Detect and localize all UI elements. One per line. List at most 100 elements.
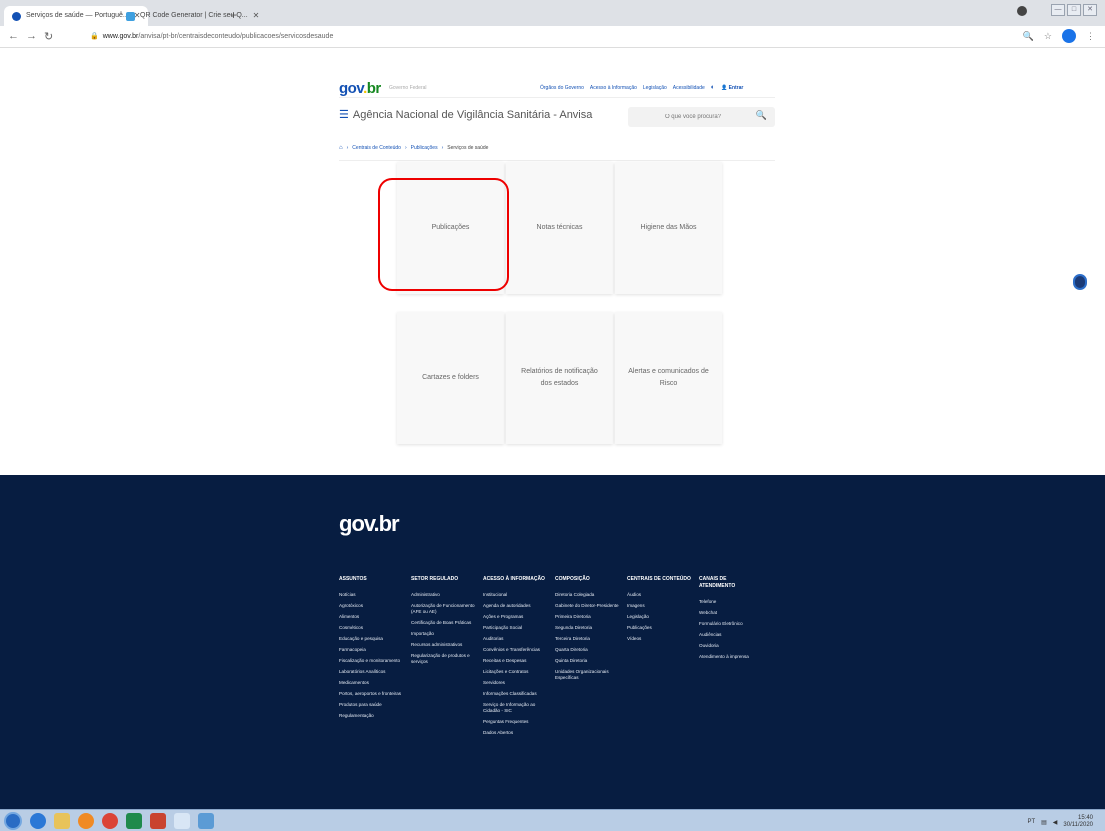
footer-link[interactable]: Áudios: [627, 592, 695, 598]
close-window-button[interactable]: ✕: [1083, 4, 1097, 16]
footer-link[interactable]: Audiências: [699, 632, 767, 638]
home-icon[interactable]: ⌂: [339, 145, 343, 151]
media-player-icon[interactable]: [78, 813, 94, 829]
link-acessibilidade[interactable]: Acessibilidade: [673, 85, 705, 91]
footer-link[interactable]: Educação e pesquisa: [339, 636, 407, 642]
tab-qr-code-generator[interactable]: QR Code Generator | Crie seu Q... ✕: [118, 6, 267, 26]
close-icon[interactable]: ✕: [253, 6, 260, 26]
footer-link[interactable]: Fiscalização e monitoramento: [339, 658, 407, 664]
footer-link[interactable]: Farmacopeia: [339, 647, 407, 653]
excel-icon[interactable]: [126, 813, 142, 829]
footer-link[interactable]: Administrativo: [411, 592, 479, 598]
login-button[interactable]: 👤 Entrar: [721, 85, 743, 91]
footer-link[interactable]: Cosméticos: [339, 625, 407, 631]
footer-link[interactable]: Produtos para saúde: [339, 702, 407, 708]
footer-link[interactable]: Licitações e Contratos: [483, 669, 551, 675]
footer-link[interactable]: Quarta Diretoria: [555, 647, 623, 653]
footer-link[interactable]: Importação: [411, 631, 479, 637]
card-higiene-das-maos[interactable]: Higiene das Mãos: [615, 162, 722, 294]
hamburger-menu-icon[interactable]: ☰: [339, 109, 349, 121]
search-input[interactable]: [638, 110, 748, 124]
footer-link[interactable]: Diretoria Colegiada: [555, 592, 623, 598]
footer-column-title: SETOR REGULADO: [411, 576, 459, 582]
footer-link[interactable]: Legislação: [627, 614, 695, 620]
footer-link[interactable]: Receitas e Despesas: [483, 658, 551, 664]
govbr-logo[interactable]: gov.br: [339, 80, 381, 97]
floating-chat-icon[interactable]: [1073, 274, 1087, 290]
footer-link[interactable]: Terceira Diretoria: [555, 636, 623, 642]
footer-link[interactable]: Portos, aeroportos e fronteiras: [339, 691, 407, 697]
footer-link[interactable]: Serviço de Informação ao Cidadão - SIC: [483, 702, 551, 714]
card-relatorios-notificacao[interactable]: Relatórios de notificação dos estados: [506, 312, 613, 444]
footer-link[interactable]: Institucional: [483, 592, 551, 598]
footer-link[interactable]: Segunda Diretoria: [555, 625, 623, 631]
footer-link[interactable]: Notícias: [339, 592, 407, 598]
footer-link[interactable]: Medicamentos: [339, 680, 407, 686]
chrome-icon[interactable]: [102, 813, 118, 829]
footer-link[interactable]: Servidores: [483, 680, 551, 686]
breadcrumb-item[interactable]: Centrais de Conteúdo: [352, 145, 401, 151]
footer-link[interactable]: Regularização de produtos e serviços: [411, 653, 479, 665]
minimize-button[interactable]: —: [1051, 4, 1065, 16]
footer-link[interactable]: Recursos administrativos: [411, 642, 479, 648]
footer-link[interactable]: Laboratórios Analíticos: [339, 669, 407, 675]
maximize-button[interactable]: □: [1067, 4, 1081, 16]
new-tab-button[interactable]: +: [230, 8, 237, 22]
footer-link[interactable]: Atendimento à imprensa: [699, 654, 767, 660]
account-avatar[interactable]: [1062, 29, 1076, 43]
internet-explorer-icon[interactable]: [30, 813, 46, 829]
powerpoint-icon[interactable]: [150, 813, 166, 829]
language-indicator[interactable]: PT: [1027, 819, 1035, 825]
file-explorer-icon[interactable]: [54, 813, 70, 829]
card-alertas-comunicados[interactable]: Alertas e comunicados de Risco: [615, 312, 722, 444]
star-icon[interactable]: ☆: [1044, 31, 1052, 42]
footer-link[interactable]: Ações e Programas: [483, 614, 551, 620]
network-icon[interactable]: ▤: [1041, 819, 1047, 826]
forward-arrow-icon[interactable]: →: [26, 30, 37, 42]
footer-link[interactable]: Dados Abertos: [483, 730, 551, 736]
footer-link[interactable]: Participação Social: [483, 625, 551, 631]
footer-link[interactable]: Unidades Organizacionais Específicas: [555, 669, 623, 681]
footer-link[interactable]: Imagens: [627, 603, 695, 609]
back-arrow-icon[interactable]: ←: [8, 30, 19, 42]
footer-link[interactable]: Regulamentação: [339, 713, 407, 719]
card-notas-tecnicas[interactable]: Notas técnicas: [506, 162, 613, 294]
footer-link[interactable]: Perguntas Frequentes: [483, 719, 551, 725]
footer-link[interactable]: Agenda de autoridades: [483, 603, 551, 609]
footer-link[interactable]: Publicações: [627, 625, 695, 631]
footer-link[interactable]: Vídeos: [627, 636, 695, 642]
menu-dots-icon[interactable]: ⋮: [1086, 31, 1095, 42]
footer-link[interactable]: Formulário Eletrônico: [699, 621, 767, 627]
start-button-icon[interactable]: [4, 812, 22, 830]
search-icon[interactable]: 🔍: [756, 110, 767, 121]
footer-link[interactable]: Auditorias: [483, 636, 551, 642]
footer-link[interactable]: Alimentos: [339, 614, 407, 620]
footer-link[interactable]: Quinta Diretoria: [555, 658, 623, 664]
footer-link[interactable]: Primeira Diretoria: [555, 614, 623, 620]
footer-link[interactable]: Agrotóxicos: [339, 603, 407, 609]
volume-icon[interactable]: ◀: [1053, 819, 1058, 826]
breadcrumb-item[interactable]: Publicações: [411, 145, 438, 151]
footer-link[interactable]: Ouvidoria: [699, 643, 767, 649]
link-acesso-informacao[interactable]: Acesso à Informação: [590, 85, 637, 91]
url-field[interactable]: 🔒 www.gov.br/anvisa/pt-br/centraisdeconte…: [90, 30, 333, 44]
footer-link[interactable]: Gabinete do Diretor-Presidente: [555, 603, 623, 609]
contrast-icon[interactable]: ◐: [711, 84, 715, 91]
footer-link[interactable]: Webchat: [699, 610, 767, 616]
paint-icon[interactable]: [198, 813, 214, 829]
card-cartazes-folders[interactable]: Cartazes e folders: [397, 312, 504, 444]
zoom-icon[interactable]: 🔍: [1023, 31, 1034, 42]
footer-link[interactable]: Telefone: [699, 599, 767, 605]
qr-favicon-icon: [126, 11, 135, 21]
footer-link[interactable]: Certificação de Boas Práticas: [411, 620, 479, 626]
link-orgaos[interactable]: Órgãos do Governo: [540, 85, 584, 91]
footer-link[interactable]: Autorização de Funcionamento (AFE ou AE): [411, 603, 479, 615]
profile-indicator-icon[interactable]: [1017, 6, 1027, 16]
reload-icon[interactable]: ↻: [44, 30, 53, 43]
notepad-icon[interactable]: [174, 813, 190, 829]
footer-govbr-logo[interactable]: gov.br: [339, 511, 400, 537]
footer-link[interactable]: Convênios e Transferências: [483, 647, 551, 653]
footer-link[interactable]: Informações Classificadas: [483, 691, 551, 697]
link-legislacao[interactable]: Legislação: [643, 85, 667, 91]
clock[interactable]: 15:40 30/11/2020: [1063, 815, 1093, 829]
